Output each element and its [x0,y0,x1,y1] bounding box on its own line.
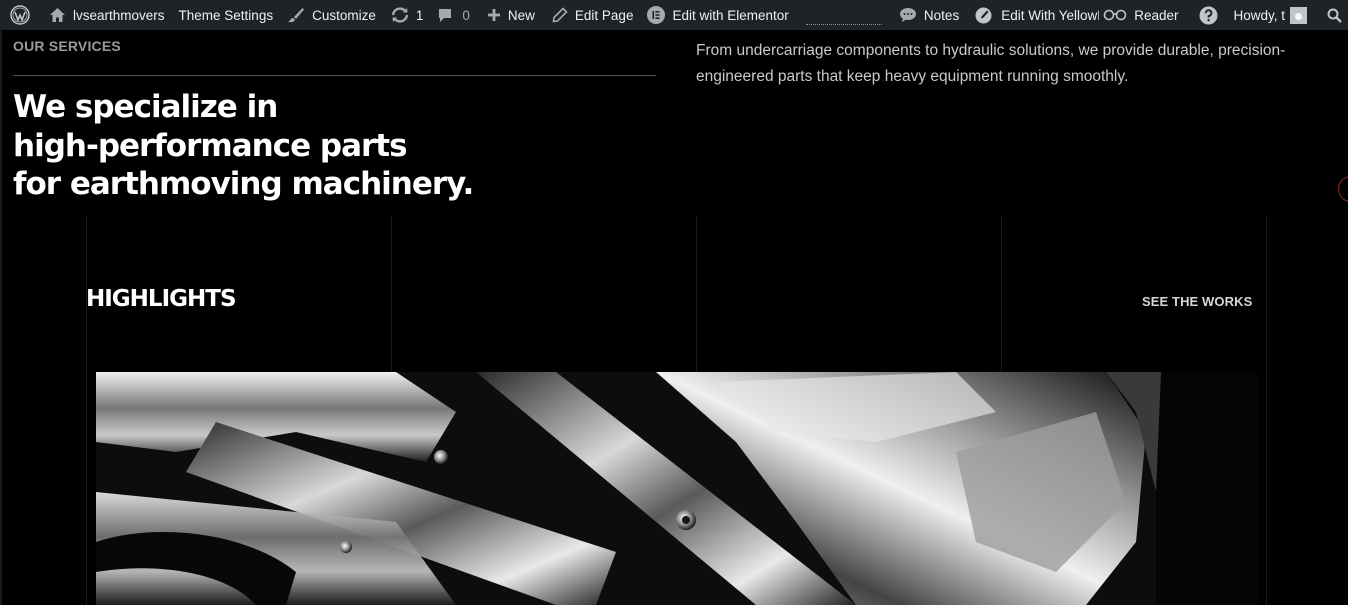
updates-icon [390,7,410,23]
home-icon [49,7,66,23]
admin-search-placeholder[interactable] [805,6,882,25]
wp-admin-bar: lvsearthmovers Theme Settings Customize … [0,0,1348,30]
new-content-link[interactable]: New [477,0,542,30]
search-button[interactable] [1314,0,1348,30]
customize-label: Customize [312,7,376,23]
comment-bubble-icon [437,7,453,23]
paintbrush-icon [287,7,305,23]
page-left-border [0,30,2,605]
headline-line-2: high-performance parts [13,127,408,164]
edit-with-elementor-link[interactable]: Edit with Elementor [640,0,795,30]
glasses-icon [1103,9,1127,21]
yellowpencil-icon [975,7,992,24]
elementor-icon [647,6,666,24]
wp-logo-button[interactable] [0,0,42,30]
howdy-label: Howdy, t [1233,7,1285,23]
avatar [1290,6,1307,24]
divider [13,75,656,76]
edit-with-yellowpencil-link[interactable]: Edit With YellowP [966,0,1099,30]
comments-link[interactable]: 0 [430,0,477,30]
reader-label: Reader [1134,7,1179,23]
edit-with-yellowpencil-label: Edit With YellowP [1001,7,1100,23]
services-headline: We specialize in high-performance parts … [13,88,533,204]
site-name-label: lvsearthmovers [73,7,165,23]
updates-link[interactable]: 1 [383,0,431,30]
plus-icon [487,8,501,22]
help-button[interactable] [1192,0,1230,30]
speech-bubble-icon [899,7,917,23]
search-icon [1327,8,1342,23]
wordpress-icon [10,5,30,25]
edit-page-label: Edit Page [574,7,634,23]
scroll-indicator[interactable] [1338,176,1348,202]
my-account-link[interactable]: Howdy, t [1230,0,1314,30]
help-icon [1199,6,1218,25]
reader-link[interactable]: Reader [1099,0,1192,30]
comments-count: 0 [462,7,470,23]
site-name-link[interactable]: lvsearthmovers [42,0,172,30]
customize-link[interactable]: Customize [280,0,383,30]
theme-settings-link[interactable]: Theme Settings [172,0,281,30]
pencil-icon [552,7,568,23]
updates-count: 1 [415,7,424,23]
headline-line-3: for earthmoving machinery. [13,166,474,202]
services-label: OUR SERVICES [13,38,121,54]
see-the-works-link[interactable]: SEE THE WORKS [1142,294,1252,309]
edit-page-link[interactable]: Edit Page [542,0,641,30]
services-intro: From undercarriage components to hydraul… [696,42,1286,85]
theme-settings-label: Theme Settings [178,7,274,23]
notes-link[interactable]: Notes [892,0,966,30]
machinery-parts-image [96,372,1258,605]
new-label: New [507,7,535,23]
headline-line-1: We specialize in [13,89,278,125]
column-divider [86,216,87,605]
edit-with-elementor-label: Edit with Elementor [672,7,789,23]
notes-label: Notes [923,7,960,23]
column-divider [1266,216,1267,605]
highlights-title: HIGHLIGHTS [86,286,237,312]
